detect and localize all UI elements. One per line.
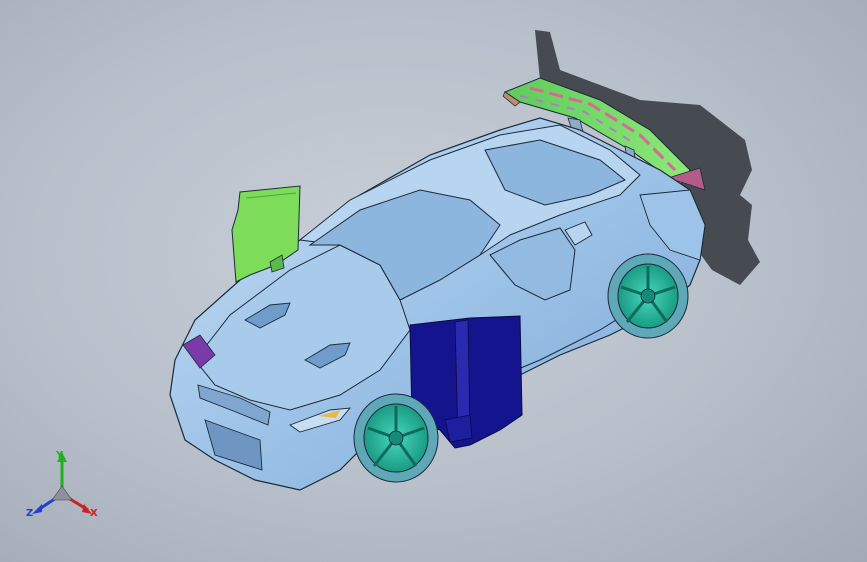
triad-graphic: Y X Z — [26, 450, 98, 519]
y-axis-label: Y — [55, 450, 64, 461]
x-axis-label: X — [90, 508, 98, 519]
model-view[interactable] — [0, 0, 867, 562]
z-axis-label: Z — [26, 508, 33, 519]
front-wheel[interactable] — [353, 393, 439, 483]
triad-origin — [51, 485, 73, 501]
reference-triad[interactable]: Y X Z — [26, 448, 106, 528]
graphics-viewport[interactable]: Y X Z — [0, 0, 867, 562]
rear-wheel[interactable] — [607, 253, 689, 339]
z-axis-arrow — [32, 504, 42, 514]
